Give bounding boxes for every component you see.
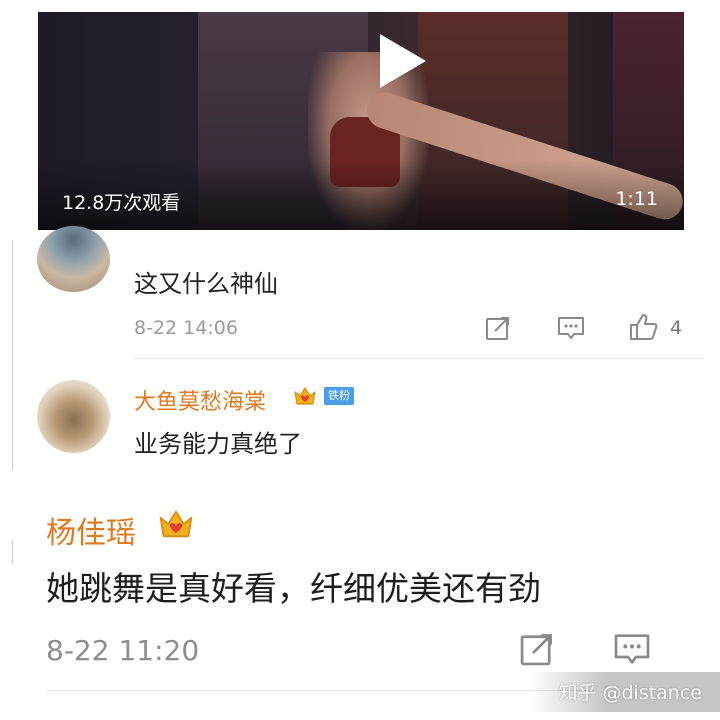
comment-icon[interactable]: [612, 630, 652, 668]
watermark: 知乎 @distance: [558, 682, 702, 704]
comment-time: 8-22 11:20: [46, 634, 200, 667]
comment-divider: [134, 358, 704, 359]
avatar[interactable]: [37, 226, 110, 292]
crown-badge-icon: [159, 510, 193, 538]
thread-line: [12, 240, 13, 470]
crown-badge-icon: [294, 387, 316, 405]
share-icon[interactable]: [518, 630, 556, 668]
comment-text: 业务能力真绝了: [134, 430, 302, 458]
comment-icon[interactable]: [556, 314, 586, 342]
avatar[interactable]: [37, 380, 110, 453]
fan-tag: 铁粉: [324, 387, 354, 405]
like-icon[interactable]: [628, 312, 660, 342]
thread-line: [12, 540, 13, 564]
comment-text: 这又什么神仙: [134, 270, 278, 298]
comment-author[interactable]: 杨佳瑶: [46, 508, 136, 552]
video-duration: 1:11: [615, 188, 658, 210]
share-icon[interactable]: [484, 314, 512, 342]
like-count: 4: [670, 317, 683, 339]
comment-time: 8-22 14:06: [134, 317, 238, 339]
comment-author[interactable]: 大鱼莫愁海棠: [134, 384, 266, 416]
play-icon[interactable]: [380, 34, 426, 88]
video-player[interactable]: 12.8万次观看 1:11: [38, 12, 684, 230]
comment-divider: [46, 690, 586, 691]
comment-text: 她跳舞是真好看，纤细优美还有劲: [46, 569, 541, 608]
view-count: 12.8万次观看: [62, 192, 181, 214]
